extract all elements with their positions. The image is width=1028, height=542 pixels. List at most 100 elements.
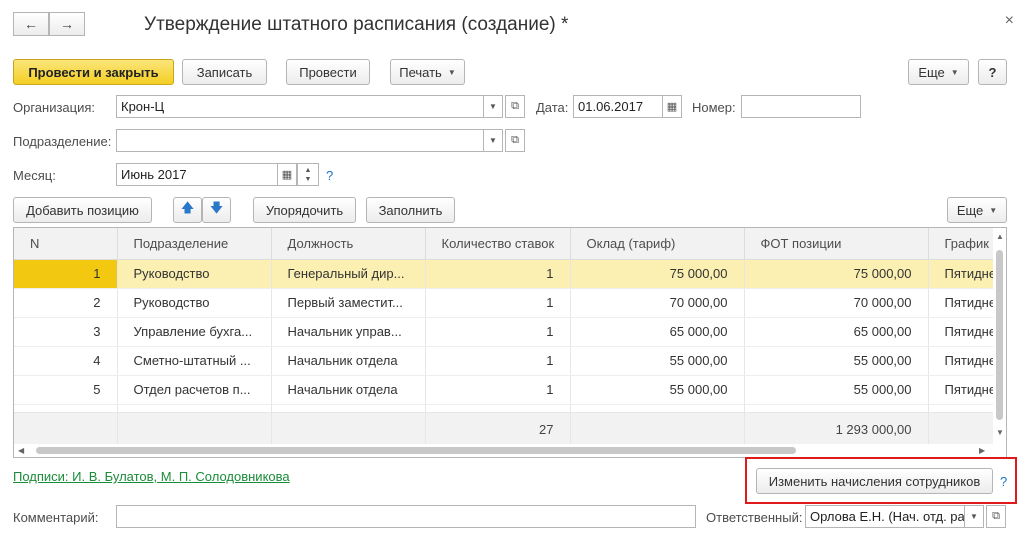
cell-department: Руководство (117, 259, 272, 289)
department-open-button[interactable]: ⧉ (505, 129, 525, 152)
close-icon[interactable]: × (1005, 12, 1014, 30)
cell-salary: 65 000,00 (570, 317, 745, 347)
open-window-icon: ⧉ (511, 100, 519, 112)
cell-n: 1 (14, 259, 118, 289)
month-help-icon[interactable]: ? (326, 168, 333, 183)
order-button[interactable]: Упорядочить (253, 197, 356, 223)
column-header-salary[interactable]: Оклад (тариф) (570, 228, 745, 260)
horizontal-scroll-thumb[interactable] (36, 447, 796, 454)
column-header-rates[interactable]: Количество ставок (425, 228, 571, 260)
total-fot: 1 293 000,00 (744, 412, 929, 447)
column-header-n[interactable]: N (14, 228, 118, 260)
cell-fot: 75 000,00 (744, 259, 929, 289)
cell-position: Первый заместит... (271, 288, 426, 318)
staff-positions-table[interactable]: N Подразделение Должность Количество ста… (13, 227, 1007, 458)
back-button[interactable]: ← (13, 12, 49, 36)
department-field[interactable] (116, 129, 484, 152)
chevron-down-icon: ▼ (950, 67, 959, 77)
number-field[interactable] (741, 95, 861, 118)
more-label: Еще (956, 202, 984, 218)
vertical-scrollbar[interactable]: ▲ ▼ (993, 228, 1006, 457)
date-field[interactable]: 01.06.2017 (573, 95, 663, 118)
organization-open-button[interactable]: ⧉ (505, 95, 525, 118)
print-menu-button[interactable]: Печать ▼ (390, 59, 465, 85)
calendar-icon: ▦ (666, 101, 678, 113)
fill-button[interactable]: Заполнить (366, 197, 455, 223)
department-dropdown-button[interactable]: ▼ (483, 129, 503, 152)
table-row[interactable]: 4 Сметно-штатный ... Начальник отдела 1 … (14, 346, 1006, 376)
month-calendar-button[interactable]: ▦ (277, 163, 297, 186)
change-accruals-button[interactable]: Изменить начисления сотрудников (756, 468, 993, 494)
column-header-fot[interactable]: ФОТ позиции (744, 228, 929, 260)
cell-salary: 75 000,00 (570, 259, 745, 289)
more-menu-button[interactable]: Еще ▼ (908, 59, 969, 85)
chevron-down-icon: ▼ (447, 67, 456, 77)
organization-dropdown-button[interactable]: ▼ (483, 95, 503, 118)
cell-rates: 1 (425, 346, 571, 376)
scroll-down-icon[interactable]: ▼ (996, 428, 1004, 437)
responsible-field[interactable]: Орлова Е.Н. (Нач. отд. расчетов) (805, 505, 965, 528)
column-header-department[interactable]: Подразделение (117, 228, 272, 260)
scroll-right-icon[interactable]: ▶ (979, 446, 985, 455)
move-up-button[interactable]: 🡅 (173, 197, 202, 223)
signatures-link[interactable]: Подписи: И. В. Булатов, М. П. Солодовник… (13, 469, 290, 484)
month-field[interactable]: Июнь 2017 (116, 163, 278, 186)
month-stepper[interactable]: ▲ ▼ (297, 163, 319, 186)
forward-button[interactable]: → (49, 12, 85, 36)
chevron-down-icon: ▼ (489, 102, 497, 111)
vertical-scroll-thumb[interactable] (996, 250, 1003, 420)
month-label: Месяц: (13, 168, 56, 183)
save-button[interactable]: Записать (182, 59, 267, 85)
horizontal-scrollbar[interactable]: ◀ ▶ (14, 444, 1006, 457)
arrow-left-icon: ← (24, 16, 38, 32)
post-button[interactable]: Провести (286, 59, 370, 85)
cell-salary: 70 000,00 (570, 288, 745, 318)
comment-field[interactable] (116, 505, 696, 528)
table-row[interactable]: 5 Отдел расчетов п... Начальник отдела 1… (14, 375, 1006, 405)
help-button[interactable]: ? (978, 59, 1007, 85)
cell-rates: 1 (425, 259, 571, 289)
table-totals-row: 27 1 293 000,00 (14, 412, 1006, 447)
open-window-icon: ⧉ (511, 134, 519, 146)
cell-fot: 55 000,00 (744, 346, 929, 376)
table-more-menu-button[interactable]: Еще ▼ (947, 197, 1007, 223)
cell-rates: 1 (425, 317, 571, 347)
chevron-down-icon: ▼ (304, 175, 312, 183)
responsible-label: Ответственный: (706, 510, 803, 525)
cell-fot: 65 000,00 (744, 317, 929, 347)
add-position-button[interactable]: Добавить позицию (13, 197, 152, 223)
arrow-up-icon: 🡅 (180, 200, 195, 215)
change-accruals-help-icon[interactable]: ? (1000, 474, 1007, 489)
print-label: Печать (399, 64, 442, 80)
move-down-button[interactable]: 🡇 (202, 197, 231, 223)
chevron-down-icon: ▼ (989, 205, 998, 215)
table-row[interactable]: 1 Руководство Генеральный дир... 1 75 00… (14, 259, 1006, 289)
table-row[interactable]: 3 Управление бухга... Начальник управ...… (14, 317, 1006, 347)
number-label: Номер: (692, 100, 736, 115)
cell-department: Сметно-штатный ... (117, 346, 272, 376)
comment-label: Комментарий: (13, 510, 99, 525)
cell-position: Генеральный дир... (271, 259, 426, 289)
organization-label: Организация: (13, 100, 96, 115)
cell-n: 5 (14, 375, 118, 405)
column-header-position[interactable]: Должность (271, 228, 426, 260)
arrow-down-icon: 🡇 (209, 200, 224, 215)
total-rates: 27 (425, 412, 571, 447)
responsible-dropdown-button[interactable]: ▼ (964, 505, 984, 528)
cell-salary: 55 000,00 (570, 346, 745, 376)
cell-department: Отдел расчетов п... (117, 375, 272, 405)
cell-department: Руководство (117, 288, 272, 318)
scroll-left-icon[interactable]: ◀ (18, 446, 24, 455)
responsible-open-button[interactable]: ⧉ (986, 505, 1006, 528)
open-window-icon: ⧉ (992, 510, 1000, 522)
post-and-close-button[interactable]: Провести и закрыть (13, 59, 174, 85)
cell-position: Начальник отдела (271, 346, 426, 376)
calendar-button[interactable]: ▦ (662, 95, 682, 118)
table-row[interactable]: 2 Руководство Первый заместит... 1 70 00… (14, 288, 1006, 318)
cell-rates: 1 (425, 288, 571, 318)
cell-salary: 55 000,00 (570, 375, 745, 405)
organization-field[interactable]: Крон-Ц (116, 95, 484, 118)
calendar-icon: ▦ (281, 169, 293, 181)
department-label: Подразделение: (13, 134, 112, 149)
scroll-up-icon[interactable]: ▲ (996, 232, 1004, 241)
